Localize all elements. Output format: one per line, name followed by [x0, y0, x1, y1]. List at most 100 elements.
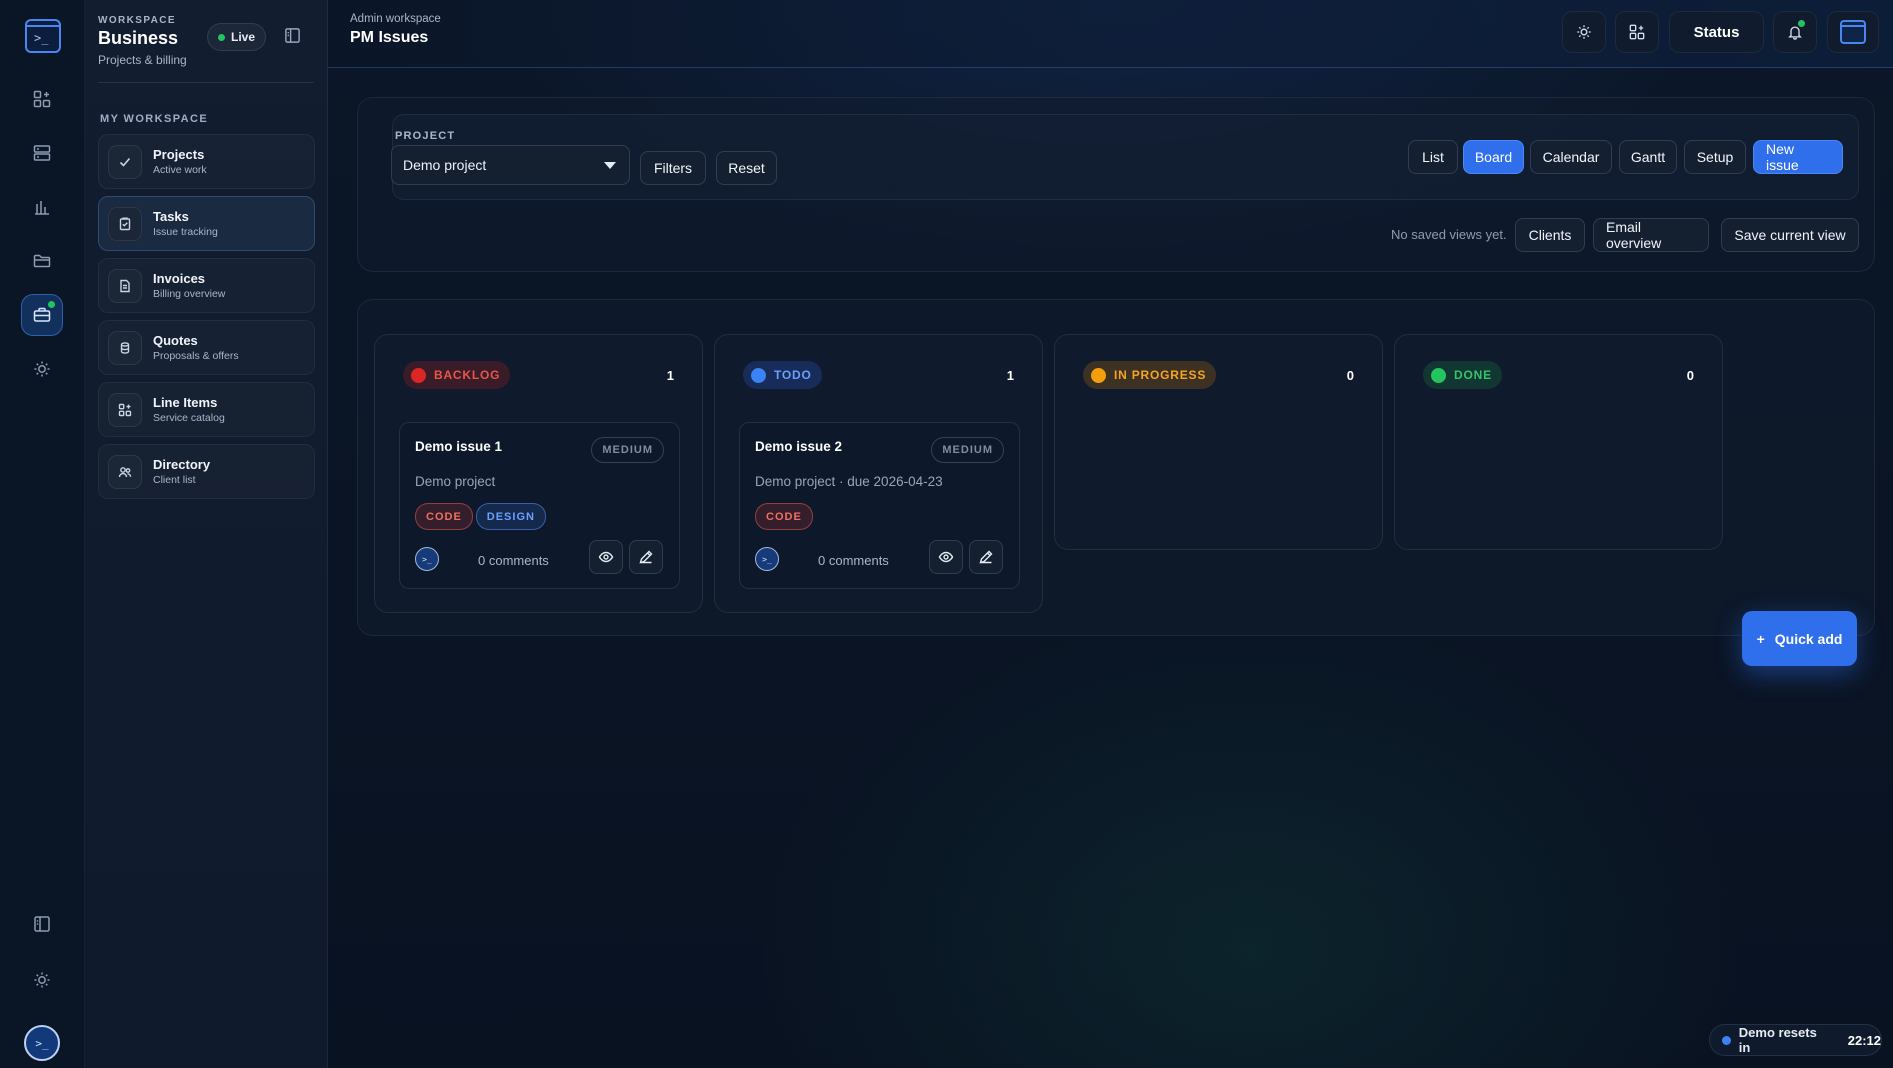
status-dot: [751, 367, 766, 383]
apps-button[interactable]: [1615, 11, 1659, 53]
apps-icon[interactable]: [21, 78, 63, 120]
apps-icon: [1629, 24, 1645, 40]
priority-badge: MEDIUM: [591, 437, 664, 463]
users-icon: [108, 454, 142, 489]
priority-badge: MEDIUM: [931, 437, 1004, 463]
demo-reset-badge: Demo resets in 22:12: [1709, 1024, 1882, 1056]
issue-card[interactable]: Demo issue 1 MEDIUM Demo project CODE DE…: [399, 422, 680, 589]
saved-views-note: No saved views yet.: [1391, 227, 1507, 242]
column-status-pill: IN PROGRESS: [1083, 361, 1217, 389]
view-calendar-button[interactable]: Calendar: [1530, 140, 1612, 174]
save-current-view-button[interactable]: Save current view: [1721, 218, 1859, 252]
status-dot: [1722, 1035, 1731, 1045]
notification-dot: [1798, 20, 1805, 27]
grid-icon: [108, 392, 142, 427]
sidebar-item-invoices[interactable]: Invoices Billing overview: [98, 258, 315, 313]
sun-icon: [1576, 24, 1592, 40]
column-status-pill: BACKLOG: [403, 361, 511, 389]
tag-badge: CODE: [755, 503, 813, 530]
issue-card[interactable]: Demo issue 2 MEDIUM Demo project · due 2…: [739, 422, 1020, 589]
status-dot: [411, 367, 426, 383]
app-logo-icon[interactable]: >_: [25, 19, 61, 53]
user-avatar[interactable]: >_: [24, 1025, 60, 1061]
plus-icon: +: [1756, 630, 1765, 647]
status-dot: [1431, 367, 1446, 383]
board-column-todo: TODO 1 Demo issue 2 MEDIUM Demo project …: [714, 334, 1043, 613]
eye-icon: [938, 549, 954, 565]
issue-tags: CODE DESIGN: [415, 503, 546, 530]
view-setup-button[interactable]: Setup: [1684, 140, 1746, 174]
issue-meta: Demo project · due 2026-04-23: [755, 474, 943, 489]
sidebar-item-tasks[interactable]: Tasks Issue tracking: [98, 196, 315, 251]
column-count: 1: [666, 368, 674, 383]
sidebar-collapse-icon[interactable]: [284, 27, 301, 44]
check-icon: [108, 144, 142, 179]
status-button[interactable]: Status: [1669, 11, 1764, 53]
chart-icon[interactable]: [21, 186, 63, 228]
new-issue-button[interactable]: New issue: [1753, 140, 1843, 174]
document-icon: [108, 268, 142, 303]
section-label: MY WORKSPACE: [100, 113, 209, 125]
edit-issue-button[interactable]: [629, 540, 663, 574]
account-button[interactable]: [1827, 11, 1879, 53]
panel-toggle-icon[interactable]: [21, 903, 63, 945]
live-dot: [218, 33, 225, 41]
pencil-icon: [638, 549, 654, 565]
workspace-subtitle: Projects & billing: [98, 53, 187, 67]
eye-icon: [598, 549, 614, 565]
reset-button[interactable]: Reset: [716, 151, 777, 185]
sidebar: WORKSPACE Business Projects & billing Li…: [85, 0, 328, 1068]
assignee-avatar: >_: [415, 547, 439, 571]
comment-count: 0 comments: [818, 553, 889, 568]
status-dot: [1091, 367, 1106, 383]
live-badge: Live: [207, 23, 267, 51]
notifications-button[interactable]: [1773, 11, 1817, 53]
view-list-button[interactable]: List: [1408, 140, 1458, 174]
sun-icon[interactable]: [21, 348, 63, 390]
board-column-backlog: BACKLOG 1 Demo issue 1 MEDIUM Demo proje…: [374, 334, 703, 613]
board-column-in-progress: IN PROGRESS 0: [1054, 334, 1383, 550]
icon-rail: >_ >_: [0, 0, 85, 1068]
clipboard-icon: [108, 206, 142, 241]
filters-button[interactable]: Filters: [640, 151, 706, 185]
sidebar-item-quotes[interactable]: Quotes Proposals & offers: [98, 320, 315, 375]
server-icon[interactable]: [21, 132, 63, 174]
issue-title: Demo issue 1: [415, 439, 503, 454]
column-count: 0: [1686, 368, 1694, 383]
view-issue-button[interactable]: [929, 540, 963, 574]
column-count: 1: [1006, 368, 1014, 383]
sidebar-item-line-items[interactable]: Line Items Service catalog: [98, 382, 315, 437]
comment-count: 0 comments: [478, 553, 549, 568]
theme-toggle-button[interactable]: [1562, 11, 1606, 53]
briefcase-icon[interactable]: [21, 294, 63, 336]
edit-issue-button[interactable]: [969, 540, 1003, 574]
column-count: 0: [1346, 368, 1354, 383]
breadcrumb: Admin workspace: [350, 13, 441, 25]
email-overview-button[interactable]: Email overview: [1593, 218, 1709, 252]
stack-icon: [108, 330, 142, 365]
notification-dot: [48, 301, 55, 308]
board-column-done: DONE 0: [1394, 334, 1723, 550]
project-select[interactable]: Demo project: [391, 145, 630, 185]
project-label: PROJECT: [395, 130, 456, 142]
view-issue-button[interactable]: [589, 540, 623, 574]
chevron-down-icon: [604, 162, 616, 169]
sidebar-item-projects[interactable]: Projects Active work: [98, 134, 315, 189]
tag-badge: DESIGN: [475, 503, 546, 530]
sidebar-divider: [98, 82, 314, 83]
sun-icon[interactable]: [21, 959, 63, 1001]
assignee-avatar: >_: [755, 547, 779, 571]
column-status-pill: DONE: [1423, 361, 1502, 389]
view-board-button[interactable]: Board: [1463, 140, 1524, 174]
sidebar-item-directory[interactable]: Directory Client list: [98, 444, 315, 499]
issue-title: Demo issue 2: [755, 439, 843, 454]
page-title: PM Issues: [350, 29, 429, 46]
quick-add-button[interactable]: + Quick add: [1742, 611, 1857, 666]
issue-tags: CODE: [755, 503, 813, 530]
folder-icon[interactable]: [21, 240, 63, 282]
tag-badge: CODE: [415, 503, 473, 530]
view-gantt-button[interactable]: Gantt: [1619, 140, 1677, 174]
pencil-icon: [978, 549, 994, 565]
clients-button[interactable]: Clients: [1515, 218, 1585, 252]
column-status-pill: TODO: [743, 361, 822, 389]
